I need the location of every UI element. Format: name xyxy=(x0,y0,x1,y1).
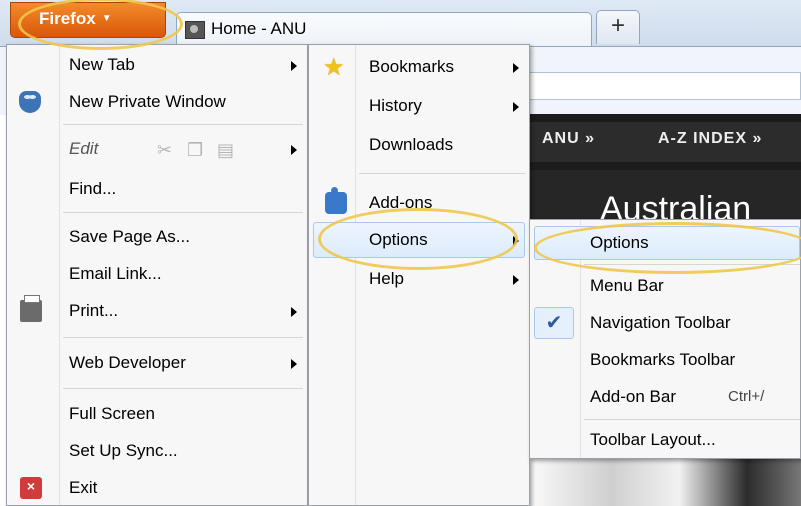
menu-item-new-tab[interactable]: New Tab xyxy=(7,49,307,81)
menu-item-print[interactable]: Print... xyxy=(7,295,307,327)
shortcut-text: Ctrl+/ xyxy=(728,388,765,405)
page-nav-anu[interactable]: ANU » xyxy=(542,130,595,148)
printer-icon xyxy=(20,295,42,322)
tab-home-anu[interactable]: Home - ANU xyxy=(176,12,592,46)
menu-item-add-on-bar[interactable]: Add-on Bar Ctrl+/ xyxy=(530,381,800,413)
menu-item-edit[interactable]: Edit ✂ ❐ ▤ xyxy=(7,133,307,165)
menu-item-label: New Private Window xyxy=(69,92,226,111)
private-mask-icon xyxy=(19,91,41,113)
star-icon: ★ xyxy=(323,54,345,81)
menu-item-label: Add-on Bar xyxy=(590,387,676,406)
checkmark-icon: ✔ xyxy=(534,307,574,339)
tab-title: Home - ANU xyxy=(211,19,307,38)
copy-icon[interactable]: ❐ xyxy=(187,140,203,161)
submenu-arrow-icon xyxy=(291,359,297,369)
submenu-arrow-icon xyxy=(291,145,297,155)
menu-separator xyxy=(63,124,303,125)
edit-icons: ✂ ❐ ▤ xyxy=(157,140,257,160)
highlight-oval-options xyxy=(318,208,518,270)
page-nav: ANU » A-Z INDEX » xyxy=(520,122,801,162)
menu-item-toolbar-layout[interactable]: Toolbar Layout... xyxy=(530,424,800,456)
menu-item-save-page-as[interactable]: Save Page As... xyxy=(7,221,307,253)
menu-item-label: Edit xyxy=(69,139,99,158)
menu-item-label: Downloads xyxy=(369,135,454,154)
submenu-arrow-icon xyxy=(513,275,519,285)
menu-item-label: Email Link... xyxy=(69,264,162,283)
firefox-menu: New Tab New Private Window Edit ✂ ❐ ▤ Fi… xyxy=(6,44,308,506)
new-tab-button[interactable]: + xyxy=(596,10,640,44)
menu-item-navigation-toolbar[interactable]: ✔ Navigation Toolbar xyxy=(530,307,800,339)
menu-item-label: Bookmarks Toolbar xyxy=(590,350,736,369)
menu-item-label: Web Developer xyxy=(69,353,186,372)
highlight-oval-options-dialog xyxy=(534,222,801,274)
menu-item-label: Save Page As... xyxy=(69,227,190,246)
puzzle-icon xyxy=(325,187,347,214)
menu-item-label: History xyxy=(369,96,422,115)
menu-item-label: Menu Bar xyxy=(590,276,664,295)
exit-icon: × xyxy=(20,477,42,499)
menu-item-set-up-sync[interactable]: Set Up Sync... xyxy=(7,435,307,467)
menu-item-label: Full Screen xyxy=(69,404,155,423)
menu-item-exit[interactable]: × Exit xyxy=(7,472,307,504)
menu-item-label: Exit xyxy=(69,478,98,497)
menu-item-label: Help xyxy=(369,269,404,288)
submenu-arrow-icon xyxy=(291,307,297,317)
submenu-arrow-icon xyxy=(513,102,519,112)
menu-item-email-link[interactable]: Email Link... xyxy=(7,258,307,290)
menu-item-label: Set Up Sync... xyxy=(69,441,178,460)
menu-item-history[interactable]: History xyxy=(309,90,529,122)
menu-item-bookmarks-toolbar[interactable]: Bookmarks Toolbar xyxy=(530,344,800,376)
page-nav-az-index[interactable]: A-Z INDEX » xyxy=(658,130,762,148)
paste-icon[interactable]: ▤ xyxy=(217,140,234,161)
page-photo xyxy=(530,454,801,506)
menu-item-label: Print... xyxy=(69,301,119,320)
firefox-submenu: ★ Bookmarks History Downloads Add-ons Op… xyxy=(308,44,530,506)
menu-item-full-screen[interactable]: Full Screen xyxy=(7,398,307,430)
menu-separator xyxy=(359,173,525,174)
menu-separator xyxy=(63,212,303,213)
menu-item-web-developer[interactable]: Web Developer xyxy=(7,347,307,379)
favicon-icon xyxy=(185,21,205,39)
submenu-arrow-icon xyxy=(291,61,297,71)
menu-item-bookmarks[interactable]: ★ Bookmarks xyxy=(309,51,529,83)
menu-item-label: New Tab xyxy=(69,55,135,74)
menu-item-find[interactable]: Find... xyxy=(7,173,307,205)
menu-item-label: Bookmarks xyxy=(369,57,455,76)
menu-item-label: Navigation Toolbar xyxy=(590,313,731,332)
menu-item-downloads[interactable]: Downloads xyxy=(309,129,529,161)
menu-separator xyxy=(63,337,303,338)
menu-separator xyxy=(584,419,800,420)
menu-item-label: Find... xyxy=(69,179,117,198)
menu-item-menu-bar[interactable]: Menu Bar xyxy=(530,270,800,302)
cut-icon[interactable]: ✂ xyxy=(157,140,172,161)
submenu-arrow-icon xyxy=(513,63,519,73)
highlight-oval-firefox xyxy=(18,0,183,50)
menu-item-new-private-window[interactable]: New Private Window xyxy=(7,86,307,118)
menu-item-label: Toolbar Layout... xyxy=(590,430,716,449)
menu-separator xyxy=(63,388,303,389)
